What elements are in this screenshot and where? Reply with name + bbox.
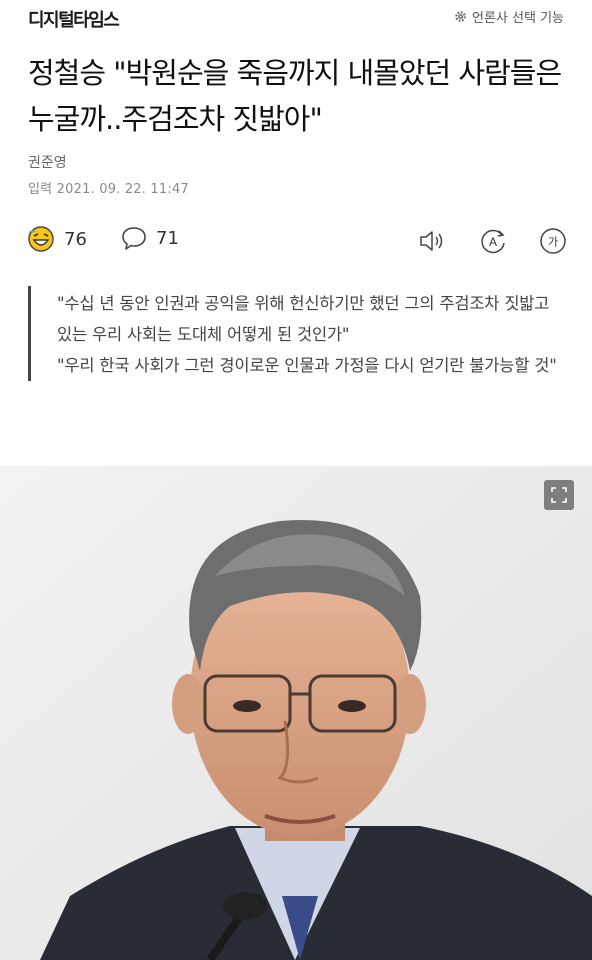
- reaction-count: 76: [64, 228, 87, 250]
- article-title: 정철승 "박원순을 죽음까지 내몰았던 사람들은 누굴까..주검조차 짓밟아": [28, 56, 562, 136]
- gear-icon: [455, 11, 466, 22]
- author-name[interactable]: 권준영: [28, 152, 67, 172]
- top-bar: 디지털타임스 언론사 선택 기능: [0, 0, 592, 36]
- comment-count: 71: [156, 227, 179, 249]
- translate-label: A: [489, 235, 497, 249]
- date-value: 2021. 09. 22. 11:47: [56, 182, 189, 197]
- quote-line: "우리 한국 사회가 그런 경이로운 인물과 가정을 다시 얻기란 불가능할 것…: [57, 356, 557, 375]
- comment-bubble-icon: [122, 227, 146, 250]
- font-size-icon: 가: [540, 228, 566, 254]
- expand-icon: [551, 487, 567, 503]
- laughing-face-icon: [28, 226, 54, 252]
- speaker-icon[interactable]: [416, 226, 446, 256]
- comment-button[interactable]: 71: [120, 224, 179, 252]
- press-select-label: 언론사 선택 기능: [472, 11, 564, 26]
- portrait-illustration: [0, 466, 592, 960]
- article-summary-quote: "수십 년 동안 인권과 공익을 위해 헌신하기만 했던 그의 주검조차 짓밟고…: [28, 286, 568, 381]
- press-logo[interactable]: 디지털타임스: [28, 6, 120, 32]
- publish-date: 입력 2021. 09. 22. 11:47: [28, 178, 189, 197]
- quote-line: "수십 년 동안 인권과 공익을 위해 헌신하기만 했던 그의 주검조차 짓밟고…: [57, 294, 550, 344]
- expand-photo-button[interactable]: [544, 480, 574, 510]
- date-label: 입력: [28, 182, 53, 197]
- font-size-label: 가: [548, 236, 558, 249]
- translate-button[interactable]: A: [478, 226, 508, 256]
- translate-icon: A: [481, 229, 505, 254]
- font-size-button[interactable]: 가: [538, 226, 568, 256]
- article-actions: 76 71 A 가: [26, 224, 566, 258]
- press-select-button[interactable]: 언론사 선택 기능: [454, 7, 564, 26]
- reaction-button[interactable]: 76: [26, 224, 87, 254]
- article-photo[interactable]: [0, 466, 592, 960]
